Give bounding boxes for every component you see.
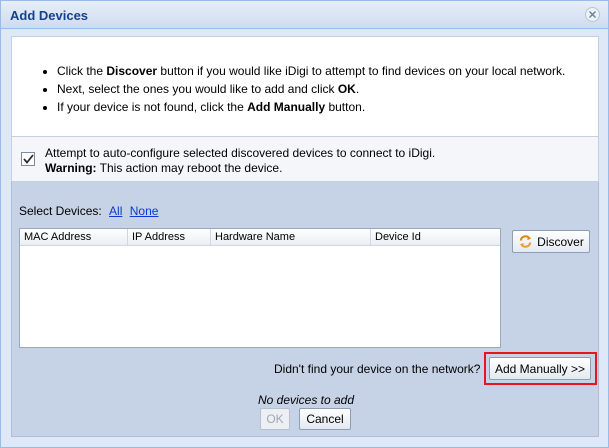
instruction-discover: Click the Discover button if you would l… bbox=[57, 62, 565, 80]
devices-grid[interactable]: MAC Address IP Address Hardware Name Dev… bbox=[19, 228, 501, 348]
discover-button[interactable]: Discover bbox=[512, 230, 590, 253]
add-manually-button[interactable]: Add Manually >> bbox=[489, 357, 591, 380]
column-mac-address[interactable]: MAC Address bbox=[20, 229, 128, 245]
grid-header: MAC Address IP Address Hardware Name Dev… bbox=[20, 229, 500, 246]
refresh-arrows-icon bbox=[518, 234, 533, 249]
auto-configure-checkbox[interactable] bbox=[21, 152, 35, 166]
dialog-title: Add Devices bbox=[10, 8, 89, 23]
add-devices-dialog: Add Devices Click the Discover button if… bbox=[0, 0, 609, 448]
cancel-button[interactable]: Cancel bbox=[299, 408, 351, 430]
device-selection-panel: Select Devices: All None MAC Address IP … bbox=[11, 182, 599, 437]
instructions-panel: Click the Discover button if you would l… bbox=[11, 36, 599, 136]
auto-configure-row: Attempt to auto-configure selected disco… bbox=[11, 136, 599, 182]
auto-configure-label: Attempt to auto-configure selected disco… bbox=[45, 146, 436, 175]
instruction-select: Next, select the ones you would like to … bbox=[57, 80, 565, 98]
discover-label: Discover bbox=[537, 234, 584, 249]
select-all-link[interactable]: All bbox=[109, 204, 122, 218]
column-ip-address[interactable]: IP Address bbox=[128, 229, 211, 245]
dialog-titlebar[interactable]: Add Devices bbox=[1, 1, 608, 29]
not-found-text: Didn't find your device on the network? bbox=[274, 362, 481, 376]
select-none-link[interactable]: None bbox=[130, 204, 159, 218]
close-button[interactable] bbox=[585, 7, 600, 22]
warning-text: Warning: This action may reboot the devi… bbox=[45, 161, 283, 175]
checkmark-icon bbox=[22, 154, 34, 164]
select-devices-label: Select Devices: bbox=[19, 204, 102, 218]
column-device-id[interactable]: Device Id bbox=[371, 229, 500, 245]
instructions-list: Click the Discover button if you would l… bbox=[57, 62, 565, 116]
instruction-add-manually: If your device is not found, click the A… bbox=[57, 98, 565, 116]
column-hardware-name[interactable]: Hardware Name bbox=[211, 229, 371, 245]
close-icon bbox=[589, 11, 596, 18]
status-text: No devices to add bbox=[257, 393, 355, 407]
ok-button[interactable]: OK bbox=[260, 408, 290, 430]
select-devices-row: Select Devices: All None bbox=[19, 204, 158, 218]
